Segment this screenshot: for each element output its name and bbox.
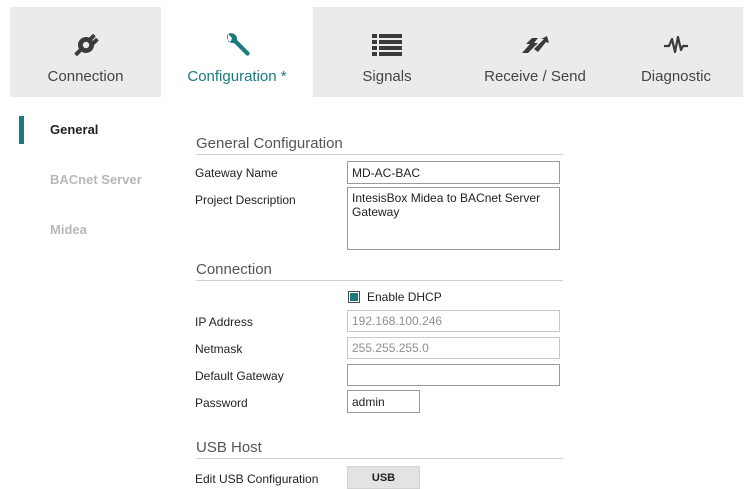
enable-dhcp-checkbox[interactable] bbox=[348, 291, 360, 303]
usb-button[interactable]: USB bbox=[347, 466, 420, 489]
tab-configuration[interactable]: Configuration * bbox=[161, 7, 313, 97]
checkbox-check-mark bbox=[350, 293, 358, 301]
section-divider bbox=[196, 154, 563, 155]
pulse-icon bbox=[609, 31, 743, 59]
tab-diagnostic[interactable]: Diagnostic bbox=[609, 7, 743, 97]
general-config-title: General Configuration bbox=[196, 135, 343, 152]
gateway-name-label: Gateway Name bbox=[195, 166, 278, 180]
sidebar-item-midea[interactable]: Midea bbox=[50, 222, 87, 237]
ip-address-label: IP Address bbox=[195, 315, 253, 329]
tab-receive-send-label: Receive / Send bbox=[484, 68, 586, 85]
netmask-label: Netmask bbox=[195, 342, 243, 356]
default-gateway-label: Default Gateway bbox=[195, 369, 284, 383]
wrench-icon bbox=[161, 31, 313, 59]
tab-signals[interactable]: Signals bbox=[313, 7, 461, 97]
sidebar-item-bacnet-server[interactable]: BACnet Server bbox=[50, 172, 142, 187]
default-gateway-input[interactable] bbox=[347, 364, 560, 386]
gateway-name-input[interactable] bbox=[347, 161, 560, 184]
sidebar-item-general[interactable]: General bbox=[50, 122, 98, 137]
password-label: Password bbox=[195, 396, 248, 410]
tab-connection-label: Connection bbox=[47, 68, 124, 85]
tab-receive-send[interactable]: Receive / Send bbox=[461, 7, 609, 97]
sidebar-active-marker bbox=[19, 116, 24, 144]
password-input[interactable] bbox=[347, 390, 420, 413]
section-divider bbox=[196, 280, 563, 281]
edit-usb-config-label: Edit USB Configuration bbox=[195, 472, 319, 486]
tab-configuration-label: Configuration * bbox=[187, 68, 287, 85]
usb-host-title: USB Host bbox=[196, 439, 262, 456]
transfer-icon bbox=[461, 31, 609, 59]
ip-address-input[interactable] bbox=[347, 310, 560, 332]
section-divider bbox=[196, 458, 563, 459]
project-description-input[interactable]: IntesisBox Midea to BACnet Server Gatewa… bbox=[347, 187, 560, 250]
list-icon bbox=[313, 31, 461, 59]
tab-signals-label: Signals bbox=[362, 68, 412, 85]
tab-diagnostic-label: Diagnostic bbox=[640, 68, 712, 85]
tab-connection[interactable]: Connection bbox=[10, 7, 161, 97]
enable-dhcp-label: Enable DHCP bbox=[367, 290, 442, 304]
connection-title: Connection bbox=[196, 261, 272, 278]
main-tab-bar: Connection Configuration * Signals Recei… bbox=[10, 7, 743, 97]
project-description-label: Project Description bbox=[195, 193, 296, 207]
plug-icon bbox=[10, 31, 161, 59]
netmask-input[interactable] bbox=[347, 337, 560, 359]
